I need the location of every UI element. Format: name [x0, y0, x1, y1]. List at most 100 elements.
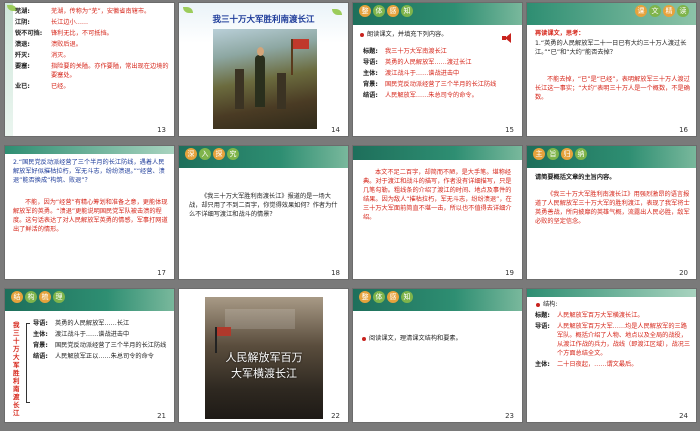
row-label: 导语: — [33, 320, 48, 327]
painting-image — [213, 29, 317, 129]
row-label: 芜湖: — [15, 8, 30, 15]
summary-text: 《我三十万大军胜利南渡长江》用强烈激昂的语言报道了人民解放军三十万大军的胜利渡江… — [535, 191, 690, 225]
table-row: 结语: 人民解放军……朱总司令的命令。 — [363, 91, 513, 102]
table-row: 要塞: 指险要的关隘。亦作要隘，常出现在边境的要塞处。 — [15, 62, 170, 82]
slide-13[interactable]: 芜湖: 芜湖，传称为“芜”，安徽省南辖市。 江阴: 长江边小…… 锐不可挡: 锋利无比，不… — [4, 2, 175, 137]
section-tag: 深入探究 — [185, 148, 239, 160]
tag-char: 感 — [387, 291, 399, 303]
tag-char: 主 — [533, 148, 545, 160]
table-row: 芜湖: 芜湖，传称为“芜”，安徽省南辖市。 — [15, 7, 170, 18]
row-label: 主体: — [363, 70, 378, 77]
tag-char: 理 — [53, 291, 65, 303]
slide-16[interactable]: 课文精读 再读课文，思考： 1.“英勇的人民解放军二十一日已有大约三十万人渡过长… — [526, 2, 697, 137]
table-row: 主体: 渡江战斗于……谱战进击中 — [33, 330, 171, 341]
slide-23[interactable]: 整体感知 阅读课文，理清课文结构和要素。 23 — [352, 288, 523, 423]
section-tag: 主旨归纳 — [533, 148, 587, 160]
row-label: 标题: — [363, 48, 378, 55]
tag-char: 知 — [401, 5, 413, 17]
table-row: 标题: 人民解放军百万大军横渡长江。 — [535, 311, 693, 322]
tag-char: 深 — [185, 148, 197, 160]
table-row: 导语: 英勇的人民解放军……长江 — [33, 319, 171, 330]
structure-head: 结构: — [543, 301, 558, 308]
slide-number: 17 — [155, 269, 168, 277]
slide-17[interactable]: 2.“国民党反动派经营了三个半月的长江防线，遇着人民解放军好似摧枯拉朽，军无斗志… — [4, 145, 175, 280]
row-label: 导语: — [535, 323, 550, 330]
slide-number: 23 — [503, 412, 516, 420]
table-row: 结语: 人民解放军正以……朱总司令的命令 — [33, 352, 171, 363]
tag-char: 归 — [561, 148, 573, 160]
row-value: 长江边小…… — [51, 19, 89, 26]
question-text: 2.“国民党反动派经营了三个半月的长江防线，遇着人民解放军好似摧枯拉朽，军无斗志… — [13, 159, 165, 184]
question-text: 1.“英勇的人民解放军二十一日已有大约三十万人渡过长江。”“已”和“大约”能否去… — [535, 40, 687, 56]
row-label: 业已: — [15, 83, 30, 90]
table-row: 江阴: 长江边小…… — [15, 18, 170, 29]
structure-table: 导语: 英勇的人民解放军……长江 主体: 渡江战斗于……谱战进击中 背景: 国民党反动派经… — [33, 319, 171, 363]
slide-14[interactable]: 我三十万大军胜利南渡长江 14 — [178, 2, 349, 137]
poster-line-2: 大军横渡长江 — [231, 367, 297, 380]
slide-24[interactable]: 结构: 标题: 人民解放军百万大军横渡长江。 导语: 人民解放军百万大军……均是人民解… — [526, 288, 697, 423]
slide-number: 14 — [329, 126, 342, 134]
tag-char: 知 — [401, 291, 413, 303]
row-value: 英勇的人民解放军……长江 — [55, 320, 130, 327]
row-value: 渡江战斗于……谱战进击中 — [385, 70, 460, 77]
row-value: 国民党反动派经营了三个半月的长江防线 — [385, 81, 497, 88]
slide-number: 16 — [677, 126, 690, 134]
table-row: 主体: 二十日夜起，……谓文最后。 — [535, 360, 693, 371]
slide-20[interactable]: 主旨归纳 请简要概括文章的主旨内容。 《我三十万大军胜利南渡长江》用强烈激昂的语… — [526, 145, 697, 280]
table-row: 主体: 渡江战斗于……谱战进击中 — [363, 69, 513, 80]
row-value: 锋利无比，不可抵挡。 — [51, 30, 113, 37]
row-label: 结语: — [363, 92, 378, 99]
tag-char: 整 — [359, 5, 371, 17]
slide-title: 我三十万大军胜利南渡长江 — [212, 15, 315, 25]
slide-18[interactable]: 深入探究 《我三十万大军胜利南渡长江》报道的是一场大战，却只用了不到二百字，你觉… — [178, 145, 349, 280]
row-value: 二十日夜起，……谓文最后。 — [557, 361, 638, 368]
speaker-icon[interactable] — [502, 33, 512, 43]
lead-text: 阅读课文，理清课文结构和要素。 — [369, 335, 462, 342]
tag-char: 旨 — [547, 148, 559, 160]
row-value: 国民党反动派经营了三个半月的长江防线 — [55, 342, 167, 349]
slide-number: 20 — [677, 269, 690, 277]
prompt-text: 《我三十万大军胜利南渡长江》报道的是一场大战，却只用了不到二百字，你觉得效果如何… — [189, 193, 338, 218]
structure-table: 标题: 我三十万大军南渡长江 导语: 英勇的人民解放军……渡过长江 主体: 渡江战斗于……… — [363, 47, 513, 102]
slide-15[interactable]: 整体感知 朗读课文，并填充下列内容。 标题: 我三十万大军南渡长江 导语: 英勇的人民… — [352, 2, 523, 137]
poster-line-1: 人民解放军百万 — [225, 351, 303, 364]
tag-char: 结 — [11, 291, 23, 303]
row-value: 消灭。 — [51, 52, 70, 59]
tag-char: 感 — [387, 5, 399, 17]
slide-21[interactable]: 结构梳理 我三十万大军胜利南渡长江 导语: 英勇的人民解放军……长江 主体: 渡江战斗… — [4, 288, 175, 423]
row-label: 标题: — [535, 312, 550, 319]
tag-char: 体 — [373, 5, 385, 17]
row-value: 我三十万大军南渡长江 — [385, 48, 447, 55]
row-label: 溃退: — [15, 41, 30, 48]
section-tag: 整体感知 — [359, 5, 413, 17]
row-value: 人民解放军百万大军……均是人民解放军的三路军队。概括介绍了人物、地点以及全局的战… — [557, 323, 691, 357]
row-value: 人民解放军百万大军横渡长江。 — [557, 312, 644, 319]
row-value: 渡江战斗于……谱战进击中 — [55, 331, 130, 338]
row-value: 人民解放军……朱总司令的命令。 — [385, 92, 478, 99]
table-row: 歼灭: 消灭。 — [15, 51, 170, 62]
row-label: 江阴: — [15, 19, 30, 26]
table-row: 导语: 人民解放军百万大军……均是人民解放军的三路军队。概括介绍了人物、地点以及全… — [535, 322, 693, 360]
tag-char: 体 — [373, 291, 385, 303]
table-row: 业已: 已经。 — [15, 82, 170, 93]
row-label: 锐不可挡: — [15, 30, 43, 37]
row-value: 已经。 — [51, 83, 70, 90]
poster-image: 人民解放军百万 大军横渡长江 — [205, 297, 323, 419]
table-row: 溃退: 溃败后退。 — [15, 40, 170, 51]
table-row: 背景: 国民党反动派经营了三个半月的长江防线 — [363, 80, 513, 91]
row-label: 主体: — [535, 361, 550, 368]
row-label: 主体: — [33, 331, 48, 338]
section-tag: 课文精读 — [635, 5, 689, 17]
tag-char: 课 — [635, 5, 647, 17]
summary-head: 请简要概括文章的主旨内容。 — [535, 174, 616, 181]
row-value: 指险要的关隘。亦作要隘，常出现在边境的要塞处。 — [51, 63, 169, 79]
table-row: 标题: 我三十万大军南渡长江 — [363, 47, 513, 58]
row-label: 导语: — [363, 59, 378, 66]
row-label: 背景: — [33, 342, 48, 349]
slide-number: 15 — [503, 126, 516, 134]
tag-char: 究 — [227, 148, 239, 160]
tag-char: 读 — [677, 5, 689, 17]
slide-22[interactable]: 人民解放军百万 大军横渡长江 22 — [178, 288, 349, 423]
slide-19[interactable]: 本文不足二百字，却简而不陋，是大手笔。堪称经典。对于渡江和战斗的描写，作者没有详… — [352, 145, 523, 280]
slide-number: 22 — [329, 412, 342, 420]
